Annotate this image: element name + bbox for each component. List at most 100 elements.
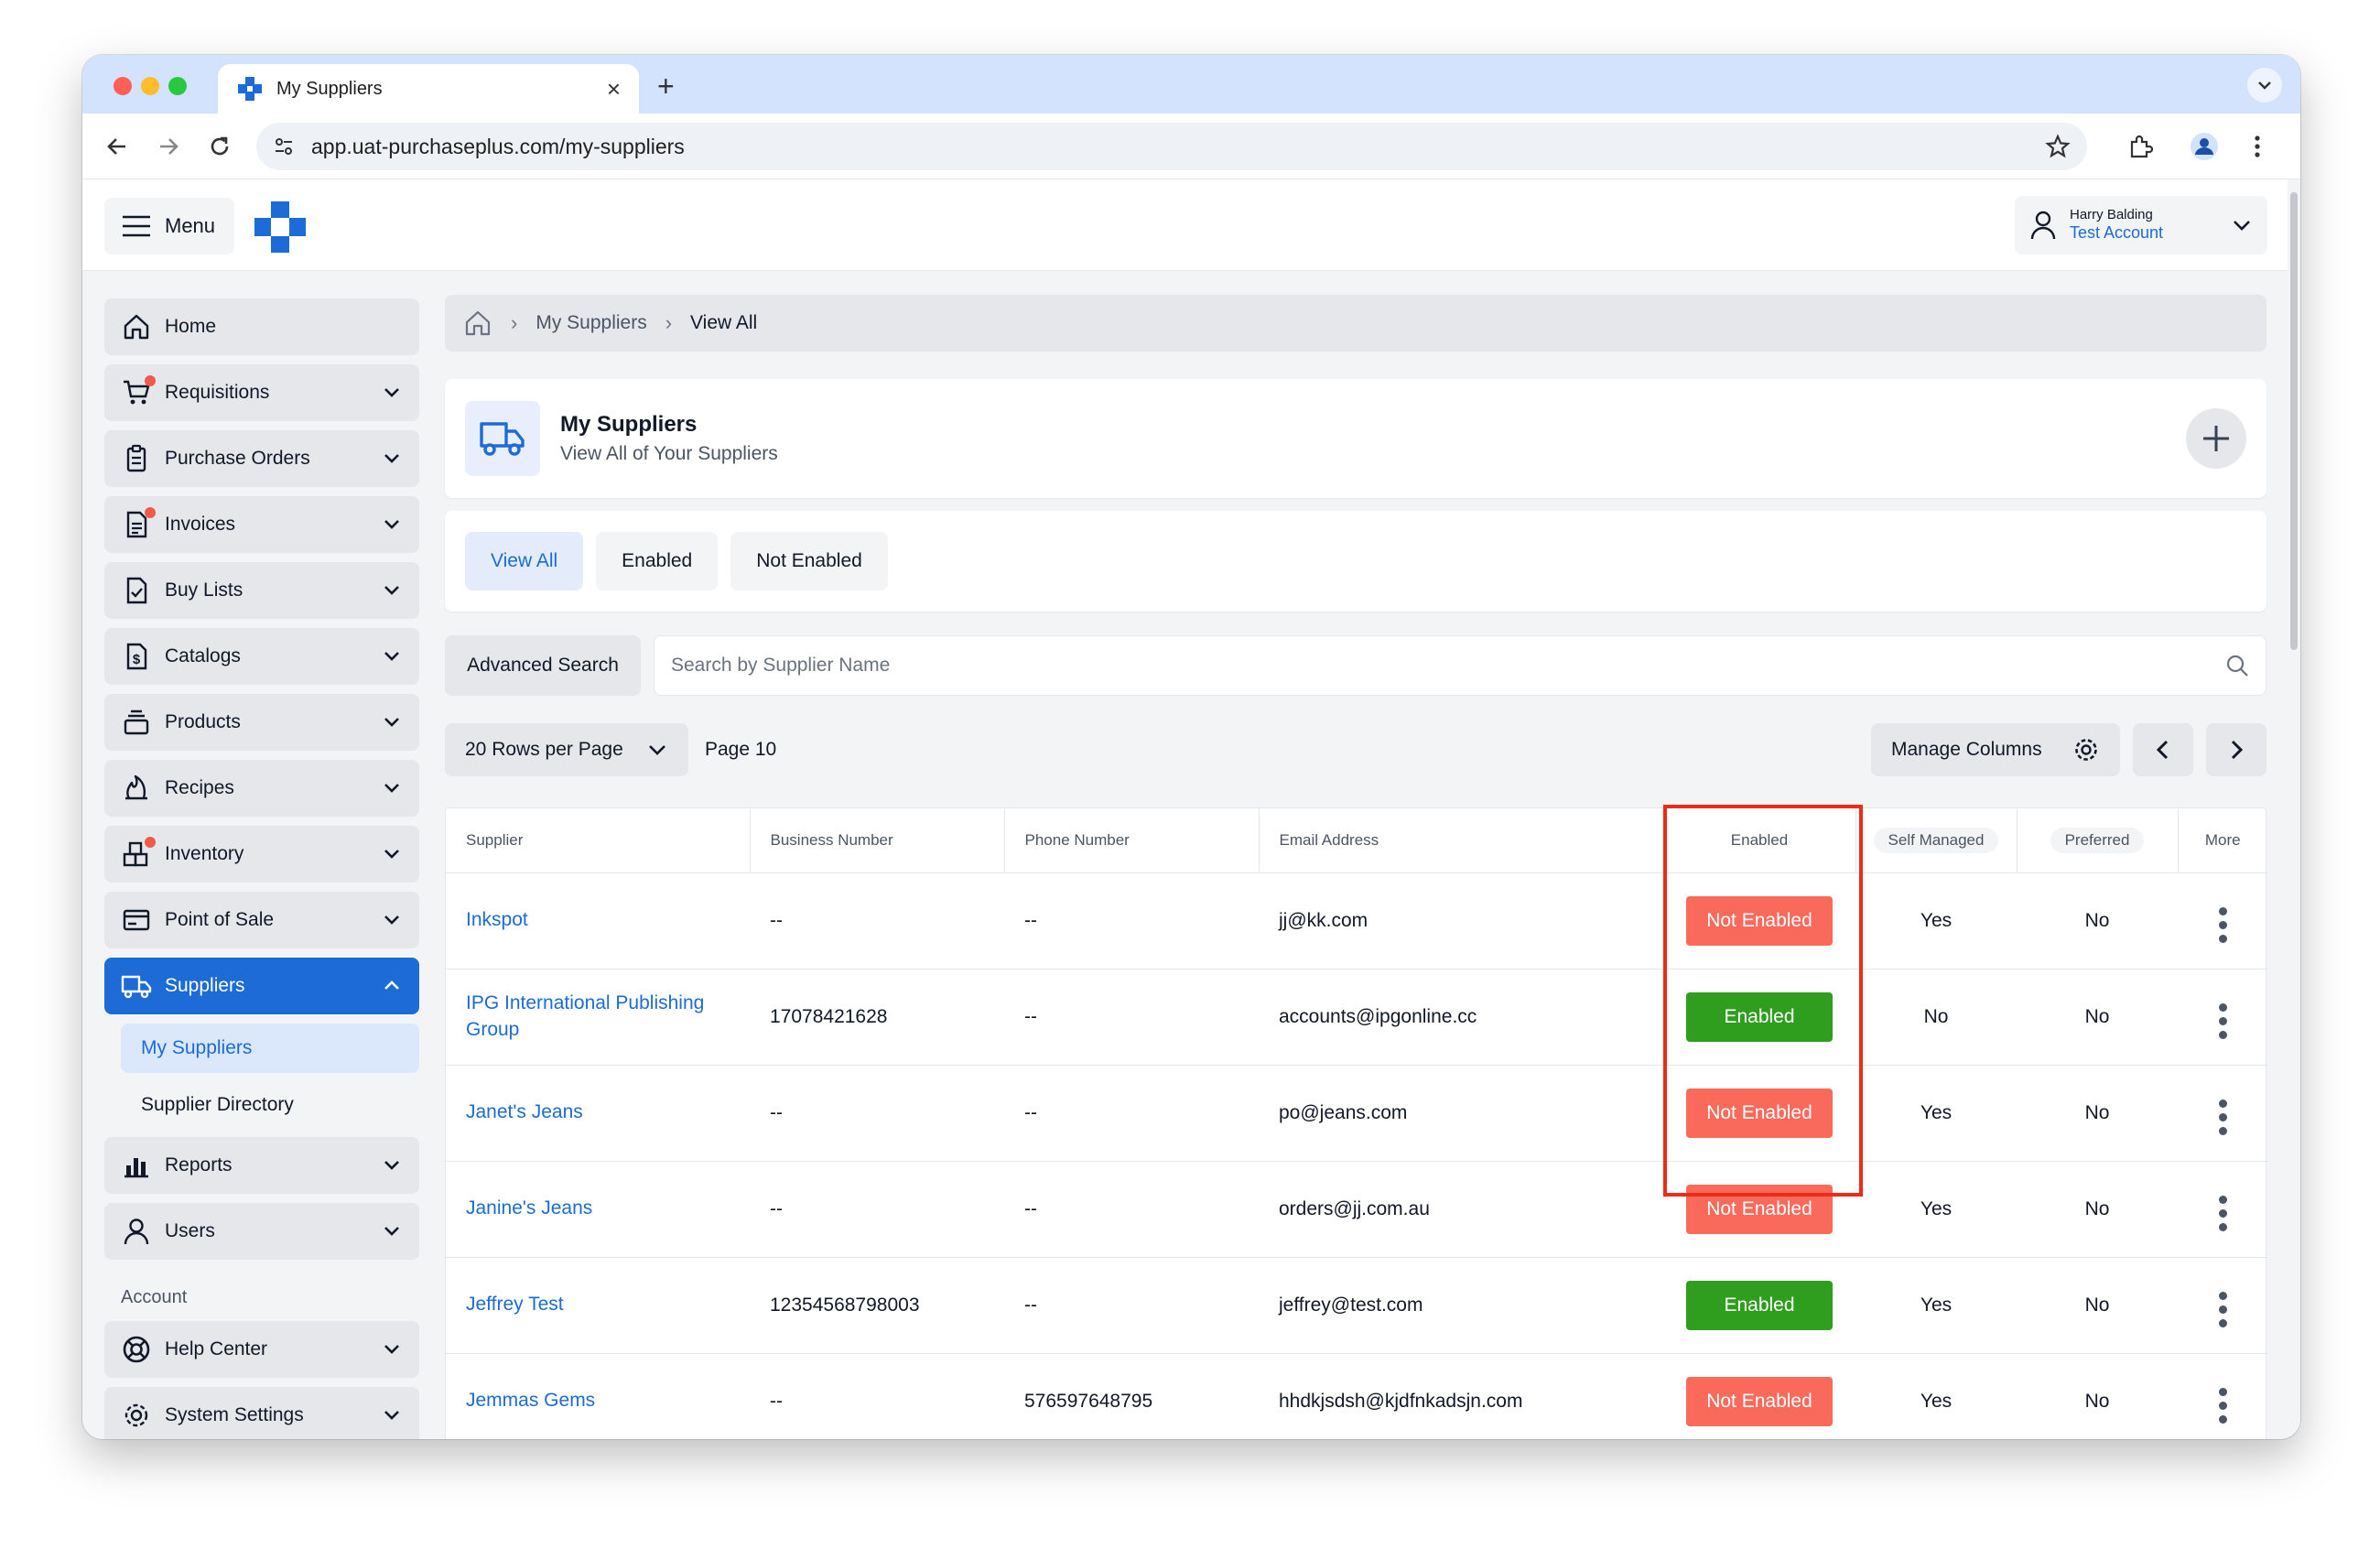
column-header-supplier[interactable]: Supplier <box>446 808 751 873</box>
breadcrumb-my-suppliers[interactable]: My Suppliers <box>536 312 646 334</box>
table-row[interactable]: Jeffrey Test 12354568798003 -- jeffrey@test… <box>446 1257 2267 1354</box>
row-actions-icon[interactable] <box>2218 1291 2227 1327</box>
sidebar-item-help-center[interactable]: Help Center <box>104 1321 419 1378</box>
chevron-down-icon <box>384 454 399 463</box>
enabled-status-badge[interactable]: Not Enabled <box>1686 1184 1833 1234</box>
supplier-link[interactable]: Janine's Jeans <box>466 1196 592 1221</box>
dollar-doc-icon: $ <box>126 643 147 670</box>
truck-icon <box>480 422 525 456</box>
bookmark-star-icon[interactable] <box>2045 134 2071 159</box>
add-supplier-button[interactable] <box>2186 408 2246 469</box>
sidebar-item-suppliers[interactable]: Suppliers <box>104 958 419 1014</box>
advanced-search-button[interactable]: Advanced Search <box>445 635 641 696</box>
column-header-more: More <box>2178 808 2267 873</box>
clipboard-icon <box>126 444 146 472</box>
sidebar-item-products[interactable]: Products <box>104 694 419 751</box>
search-input[interactable] <box>671 655 2225 677</box>
table-row[interactable]: Janet's Jeans -- -- po@jeans.com Not Enabled… <box>446 1065 2267 1162</box>
maximize-window-button[interactable] <box>168 77 187 95</box>
brand-logo-icon[interactable] <box>253 200 308 255</box>
close-window-button[interactable] <box>114 77 132 95</box>
extensions-button[interactable] <box>2124 130 2157 163</box>
profile-button[interactable] <box>2188 130 2221 163</box>
manage-columns-button[interactable]: Manage Columns <box>1871 723 2120 776</box>
supplier-link[interactable]: IPG International Publishing Group <box>466 991 730 1043</box>
bar-chart-icon <box>124 1158 148 1178</box>
row-actions-icon[interactable] <box>2218 1099 2227 1135</box>
previous-page-button[interactable] <box>2133 723 2193 776</box>
sidebar-item-label: Suppliers <box>165 975 245 996</box>
tab-not-enabled[interactable]: Not Enabled <box>730 532 888 590</box>
sidebar-item-recipes[interactable]: Recipes <box>104 760 419 817</box>
column-header-enabled[interactable]: Enabled <box>1663 808 1856 873</box>
sidebar-subitem-supplier-directory[interactable]: Supplier Directory <box>121 1080 419 1130</box>
rows-per-page-select[interactable]: 20 Rows per Page <box>445 723 688 776</box>
minimize-window-button[interactable] <box>141 77 159 95</box>
enabled-status-badge[interactable]: Enabled <box>1686 1280 1833 1330</box>
back-button[interactable] <box>101 130 134 163</box>
tab-enabled[interactable]: Enabled <box>596 532 719 590</box>
sidebar-item-requisitions[interactable]: Requisitions <box>104 364 419 421</box>
next-page-button[interactable] <box>2206 723 2266 776</box>
supplier-link[interactable]: Inkspot <box>466 907 528 933</box>
sidebar-item-catalogs[interactable]: $ Catalogs <box>104 628 419 685</box>
sidebar-item-inventory[interactable]: Inventory <box>104 826 419 883</box>
enabled-status-badge[interactable]: Not Enabled <box>1686 1088 1833 1138</box>
row-actions-icon[interactable] <box>2218 1387 2227 1424</box>
cell-more <box>2178 872 2267 969</box>
breadcrumb-separator-icon: › <box>665 311 673 334</box>
home-icon[interactable] <box>463 309 492 338</box>
tab-close-icon[interactable]: × <box>607 75 621 103</box>
cell-enabled: Not Enabled <box>1663 872 1855 969</box>
user-menu[interactable]: Harry Balding Test Account <box>2015 196 2267 255</box>
column-header-phone-number[interactable]: Phone Number <box>1004 808 1260 873</box>
column-header-preferred[interactable]: Preferred <box>2017 808 2179 873</box>
forward-button[interactable] <box>152 130 185 163</box>
sidebar-item-point-of-sale[interactable]: Point of Sale <box>104 892 419 948</box>
sidebar-subitem-my-suppliers[interactable]: My Suppliers <box>121 1024 419 1073</box>
search-icon[interactable] <box>2225 654 2249 677</box>
supplier-link[interactable]: Janet's Jeans <box>466 1099 583 1125</box>
chevron-up-icon <box>384 980 399 990</box>
browser-tab[interactable]: My Suppliers × <box>218 64 639 114</box>
column-header-self-managed[interactable]: Self Managed <box>1855 808 2018 873</box>
browser-menu-button[interactable] <box>2241 130 2274 163</box>
sidebar-item-system-settings[interactable]: System Settings <box>104 1387 419 1439</box>
supplier-link[interactable]: Jeffrey Test <box>466 1292 564 1317</box>
table-row[interactable]: Jemmas Gems -- 576597648795 hhdkjsdsh@kjdfn… <box>446 1353 2267 1439</box>
address-bar[interactable]: app.uat-purchaseplus.com/my-suppliers <box>256 123 2087 170</box>
sidebar-item-label: Products <box>165 711 241 732</box>
new-tab-button[interactable]: + <box>657 70 675 103</box>
enabled-status-badge[interactable]: Not Enabled <box>1686 1376 1833 1426</box>
sidebar-item-home[interactable]: Home <box>104 298 419 355</box>
user-icon <box>2030 211 2056 240</box>
menu-button[interactable]: Menu <box>104 198 234 255</box>
table-row[interactable]: Janine's Jeans -- -- orders@jj.com.au Not En… <box>446 1161 2267 1258</box>
row-actions-icon[interactable] <box>2218 906 2227 943</box>
sidebar-item-invoices[interactable]: Invoices <box>104 496 419 553</box>
row-actions-icon[interactable] <box>2218 1002 2227 1039</box>
sidebar-item-buy-lists[interactable]: Buy Lists <box>104 562 419 619</box>
supplier-link[interactable]: Jemmas Gems <box>466 1388 595 1414</box>
site-settings-icon[interactable] <box>273 135 295 157</box>
page-header-card: My Suppliers View All of Your Suppliers <box>445 379 2266 498</box>
chevron-down-icon <box>384 586 399 595</box>
sidebar-item-reports[interactable]: Reports <box>104 1137 419 1194</box>
column-header-business-number[interactable]: Business Number <box>750 808 1005 873</box>
sidebar-item-users[interactable]: Users <box>104 1203 419 1260</box>
reload-button[interactable] <box>203 130 236 163</box>
enabled-status-badge[interactable]: Enabled <box>1686 991 1833 1042</box>
column-header-email[interactable]: Email Address <box>1259 808 1664 873</box>
enabled-status-badge[interactable]: Not Enabled <box>1686 895 1833 946</box>
row-actions-icon[interactable] <box>2218 1195 2227 1231</box>
cell-supplier: Janet's Jeans <box>446 1065 750 1162</box>
cell-enabled: Not Enabled <box>1663 1353 1855 1439</box>
table-row[interactable]: IPG International Publishing Group 170784… <box>446 969 2267 1066</box>
chevron-down-icon <box>649 745 665 755</box>
sidebar-item-purchase-orders[interactable]: Purchase Orders <box>104 430 419 487</box>
search-field[interactable] <box>654 635 2266 696</box>
table-row[interactable]: Inkspot -- -- jj@kk.com Not Enabled Yes No <box>446 872 2267 969</box>
scrollbar-thumb[interactable] <box>2290 192 2298 650</box>
tab-view-all[interactable]: View All <box>465 532 584 590</box>
tab-search-button[interactable] <box>2247 68 2282 103</box>
